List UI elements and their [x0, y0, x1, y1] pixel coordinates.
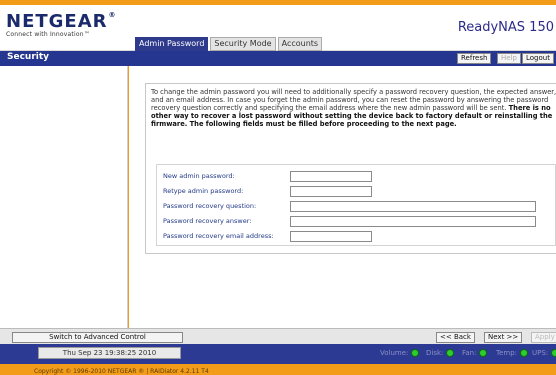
disk-status-icon	[446, 349, 455, 357]
retype-password-label: Retype admin password:	[163, 187, 244, 195]
product-name: ReadyNAS 150	[457, 20, 554, 35]
netgear-logo: NETGEAR®	[6, 11, 117, 32]
status-temp[interactable]: Temp:	[496, 349, 529, 357]
fan-status-icon	[479, 349, 488, 357]
action-bar: Switch to Advanced Control << Back Next …	[0, 328, 556, 344]
volume-status-label: Volume:	[380, 349, 409, 357]
header: NETGEAR® Connect with Innovation™ ReadyN…	[0, 5, 556, 51]
recovery-email-input[interactable]	[290, 231, 372, 242]
recovery-answer-label: Password recovery answer:	[163, 217, 252, 225]
tab-bar: Admin Password Security Mode Accounts	[135, 37, 324, 51]
admin-password-panel: To change the admin password you will ne…	[145, 83, 556, 254]
ups-status-label: UPS:	[532, 349, 549, 357]
app-frame: NETGEAR® Connect with Innovation™ ReadyN…	[0, 0, 556, 375]
intro-plain: To change the admin password you will ne…	[151, 88, 556, 113]
password-form: New admin password: Retype admin passwor…	[156, 164, 556, 246]
tab-admin-password[interactable]: Admin Password	[135, 37, 209, 51]
new-password-label: New admin password:	[163, 172, 235, 180]
logo-text: NETGEAR	[6, 11, 108, 32]
ups-status-icon	[551, 349, 556, 357]
intro-text: To change the admin password you will ne…	[151, 88, 556, 128]
page-title: Security	[7, 52, 50, 62]
main-panel: To change the admin password you will ne…	[129, 66, 556, 328]
status-ups[interactable]: UPS:	[532, 349, 556, 357]
status-bar: Thu Sep 23 19:38:25 2010 Volume: Disk: F…	[0, 344, 556, 364]
recovery-answer-input[interactable]	[290, 216, 536, 227]
back-button[interactable]: << Back	[436, 332, 475, 343]
tab-accounts[interactable]: Accounts	[277, 37, 323, 51]
copyright-text: Copyright © 1996-2010 NETGEAR ® | RAIDia…	[34, 368, 209, 375]
field-row-recovery-answer: Password recovery answer:	[163, 216, 553, 228]
sidebar	[0, 66, 128, 328]
logo-registered-mark: ®	[108, 11, 117, 19]
recovery-email-label: Password recovery email address:	[163, 232, 274, 240]
next-button[interactable]: Next >>	[484, 332, 523, 343]
disk-status-label: Disk:	[426, 349, 444, 357]
help-button[interactable]: Help	[497, 53, 521, 64]
status-disk[interactable]: Disk:	[426, 349, 455, 357]
fan-status-label: Fan:	[462, 349, 477, 357]
refresh-button[interactable]: Refresh	[457, 53, 492, 64]
retype-password-input[interactable]	[290, 186, 372, 197]
temp-status-label: Temp:	[496, 349, 518, 357]
apply-button[interactable]: Apply	[531, 332, 556, 343]
recovery-question-input[interactable]	[290, 201, 536, 212]
switch-advanced-control-button[interactable]: Switch to Advanced Control	[12, 332, 183, 343]
field-row-new-password: New admin password:	[163, 171, 553, 183]
status-fan[interactable]: Fan:	[462, 349, 488, 357]
tab-security-mode[interactable]: Security Mode	[210, 37, 276, 51]
system-clock: Thu Sep 23 19:38:25 2010	[38, 347, 181, 359]
status-volume[interactable]: Volume:	[380, 349, 420, 357]
field-row-recovery-question: Password recovery question:	[163, 201, 553, 213]
volume-status-icon	[411, 349, 420, 357]
field-row-recovery-email: Password recovery email address:	[163, 231, 553, 243]
section-title-bar: Security Refresh Help Logout	[0, 51, 556, 66]
field-row-retype-password: Retype admin password:	[163, 186, 553, 198]
temp-status-icon	[520, 349, 529, 357]
logout-button[interactable]: Logout	[522, 53, 554, 64]
recovery-question-label: Password recovery question:	[163, 202, 257, 210]
new-password-input[interactable]	[290, 171, 372, 182]
logo-tagline: Connect with Innovation™	[6, 31, 90, 38]
